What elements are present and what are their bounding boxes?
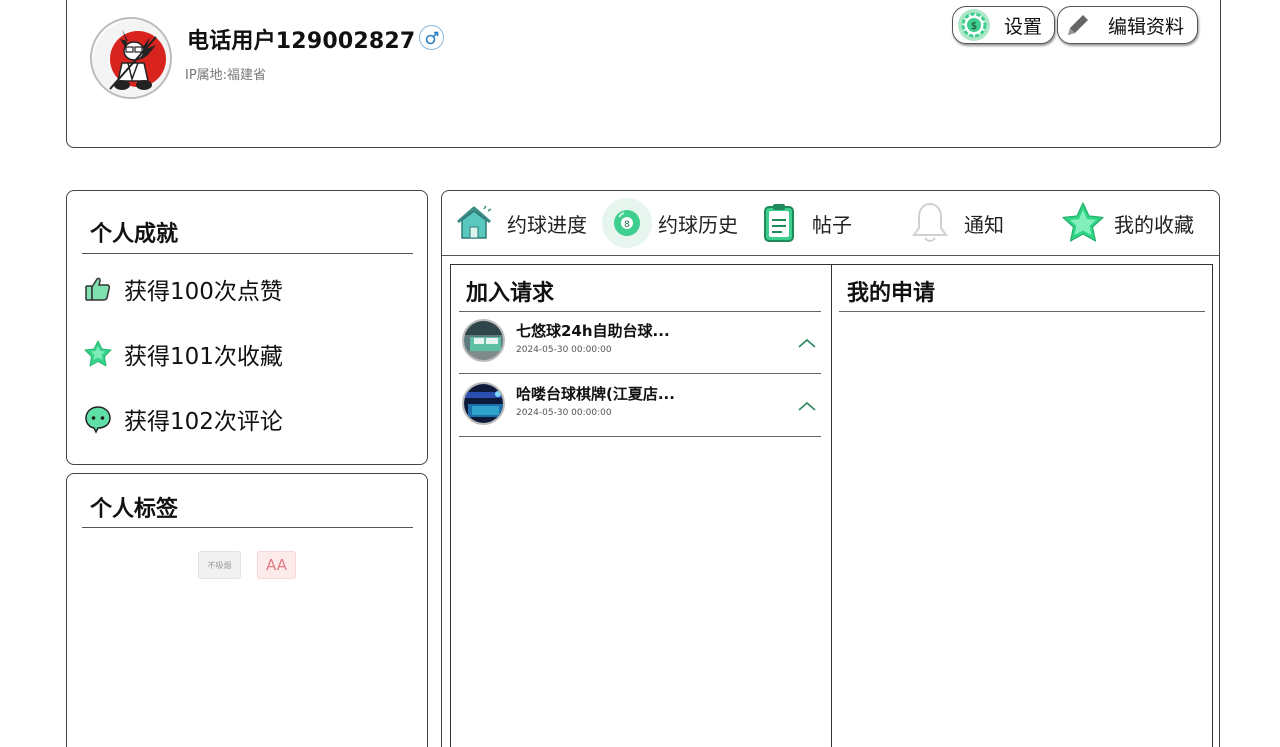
star-icon [1060, 200, 1106, 246]
tab-progress[interactable]: 约球进度 [454, 197, 587, 249]
divider [82, 527, 413, 528]
svg-text:8: 8 [624, 220, 630, 230]
edit-profile-button[interactable]: 编辑资料 [1057, 6, 1198, 44]
tags-card: 个人标签 不吸烟 AA [66, 473, 428, 747]
chevron-up-icon[interactable] [797, 334, 817, 353]
join-requests-title: 加入请求 [466, 281, 555, 306]
thumbs-up-icon [83, 274, 113, 304]
column-divider [831, 265, 832, 747]
tab-posts[interactable]: 帖子 [760, 197, 852, 249]
ip-location: IP属地:福建省 [185, 68, 267, 83]
venue-name: 七悠球24h自助台球... [516, 322, 670, 340]
svg-text:$: $ [971, 21, 977, 32]
star-icon [83, 339, 113, 369]
my-applications-title: 我的申请 [847, 281, 936, 306]
settings-button[interactable]: $ 设置 [952, 6, 1055, 44]
tab-label: 通知 [964, 212, 1004, 237]
achievement-comments: 获得102次评论 [83, 401, 283, 437]
settings-label: 设置 [1004, 15, 1043, 38]
tab-label: 我的收藏 [1114, 212, 1194, 237]
money-settings-icon: $ [956, 7, 992, 43]
achievement-label: 获得101次收藏 [124, 344, 283, 370]
venue-thumbnail [462, 319, 505, 362]
bell-icon [910, 200, 950, 246]
list-item[interactable]: 七悠球24h自助台球... 2024-05-30 00:00:00 [459, 312, 821, 374]
divider [839, 311, 1205, 312]
tags-title: 个人标签 [90, 497, 179, 522]
tab-bar: 约球进度 8 约球历史 帖子 通知 我的收藏 [442, 191, 1219, 256]
avatar[interactable] [90, 17, 172, 99]
divider [82, 253, 413, 254]
username: 电话用户129002827 [187, 29, 416, 54]
achievement-label: 获得100次点赞 [124, 279, 283, 305]
request-date: 2024-05-30 00:00:00 [516, 408, 612, 418]
tab-notifications[interactable]: 通知 [910, 197, 1004, 249]
tab-label: 帖子 [812, 212, 852, 237]
achievement-label: 获得102次评论 [124, 409, 283, 435]
main-panel: 约球进度 8 约球历史 帖子 通知 我的收藏 加入请求 七悠球24h自助台球..… [441, 190, 1220, 747]
venue-thumbnail [462, 382, 505, 425]
achievements-title: 个人成就 [90, 222, 179, 247]
tag-aa: AA [257, 551, 296, 579]
clipboard-icon [760, 202, 798, 244]
chevron-up-icon[interactable] [797, 397, 817, 416]
billiard-ball-icon: 8 [602, 198, 652, 248]
edit-profile-label: 编辑资料 [1108, 15, 1185, 38]
profile-card: 电话用户129002827 IP属地:福建省 $ 设置 编辑资料 [66, 0, 1221, 148]
venue-name: 哈喽台球棋牌(江夏店... [516, 385, 675, 403]
tab-favorites[interactable]: 我的收藏 [1060, 197, 1194, 249]
request-date: 2024-05-30 00:00:00 [516, 345, 612, 355]
male-gender-icon [419, 25, 444, 50]
achievements-card: 个人成就 获得100次点赞 获得101次收藏 获得102次评论 [66, 190, 428, 465]
tab-label: 约球历史 [658, 212, 738, 237]
tag-no-smoking: 不吸烟 [198, 551, 241, 579]
tab-label: 约球进度 [507, 212, 587, 237]
achievement-likes: 获得100次点赞 [83, 271, 283, 307]
list-item[interactable]: 哈喽台球棋牌(江夏店... 2024-05-30 00:00:00 [459, 375, 821, 437]
pencil-icon [1064, 11, 1092, 39]
house-icon [454, 203, 494, 243]
content-area: 加入请求 七悠球24h自助台球... 2024-05-30 00:00:00 哈… [450, 264, 1213, 747]
comment-icon [83, 404, 113, 434]
achievement-favorites: 获得101次收藏 [83, 336, 283, 372]
tab-history[interactable]: 8 约球历史 [602, 197, 738, 249]
